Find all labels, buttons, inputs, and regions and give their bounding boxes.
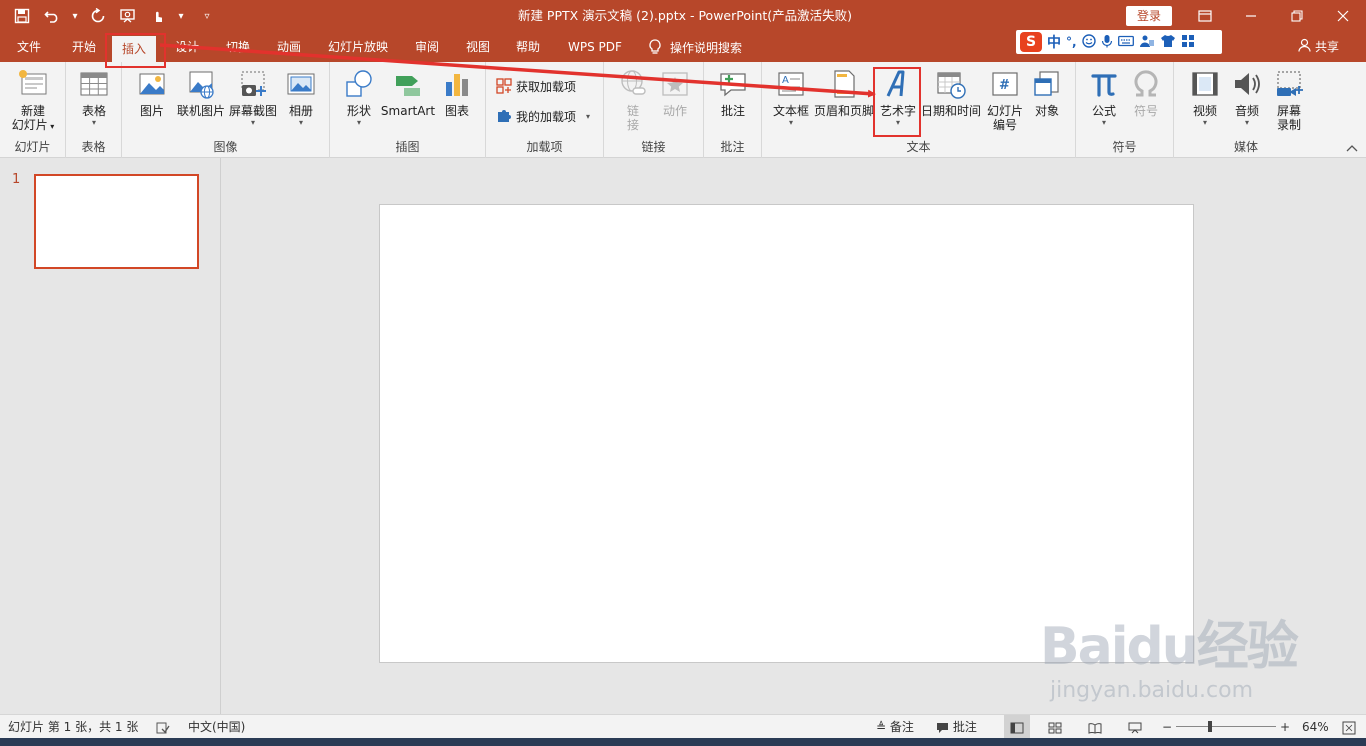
normal-view-button[interactable] bbox=[1004, 715, 1030, 739]
fit-to-window-icon bbox=[1342, 721, 1356, 734]
language-status[interactable]: 中文(中国) bbox=[188, 715, 245, 739]
slide-sorter-icon bbox=[1048, 722, 1062, 733]
spell-check-icon[interactable] bbox=[156, 715, 170, 739]
reading-view-icon bbox=[1088, 722, 1102, 734]
notes-icon: ≜ bbox=[876, 720, 887, 734]
comments-button[interactable]: 批注 bbox=[936, 715, 977, 739]
slideshow-button[interactable] bbox=[1128, 715, 1142, 739]
fit-to-window-button[interactable] bbox=[1342, 715, 1356, 739]
slide-sorter-button[interactable] bbox=[1048, 715, 1062, 739]
notes-button[interactable]: ≜ 备注 bbox=[876, 715, 914, 739]
os-taskbar bbox=[0, 738, 1366, 746]
zoom-slider-thumb[interactable] bbox=[1208, 721, 1212, 732]
slide-count-status: 幻灯片 第 1 张，共 1 张 bbox=[8, 720, 139, 734]
status-bar: 幻灯片 第 1 张，共 1 张 中文(中国) ≜ 备注 批注 − + 64% bbox=[0, 714, 1366, 739]
slideshow-icon bbox=[1128, 722, 1142, 733]
notes-label: 备注 bbox=[889, 720, 914, 734]
zoom-level[interactable]: 64% bbox=[1302, 715, 1329, 739]
zoom-in-button[interactable]: + bbox=[1280, 715, 1290, 739]
baidu-watermark: Baidu经验 jingyan.baidu.com bbox=[1040, 600, 1350, 710]
slide-thumbnail-pane: 1 bbox=[0, 158, 221, 714]
normal-view-icon bbox=[1010, 722, 1024, 733]
zoom-out-button[interactable]: − bbox=[1162, 715, 1172, 739]
slide-canvas[interactable] bbox=[379, 204, 1194, 663]
zoom-slider-track bbox=[1176, 726, 1276, 727]
comments-icon bbox=[936, 720, 953, 734]
slide-thumbnail-number: 1 bbox=[12, 172, 21, 187]
slide-thumbnail[interactable] bbox=[34, 174, 199, 269]
zoom-slider[interactable] bbox=[1176, 715, 1276, 739]
watermark-url: jingyan.baidu.com bbox=[1050, 678, 1254, 703]
watermark-brand: Baidu经验 bbox=[1040, 617, 1299, 677]
annotation-arrow bbox=[159, 43, 876, 98]
comments-label: 批注 bbox=[952, 720, 977, 734]
reading-view-button[interactable] bbox=[1088, 715, 1102, 739]
